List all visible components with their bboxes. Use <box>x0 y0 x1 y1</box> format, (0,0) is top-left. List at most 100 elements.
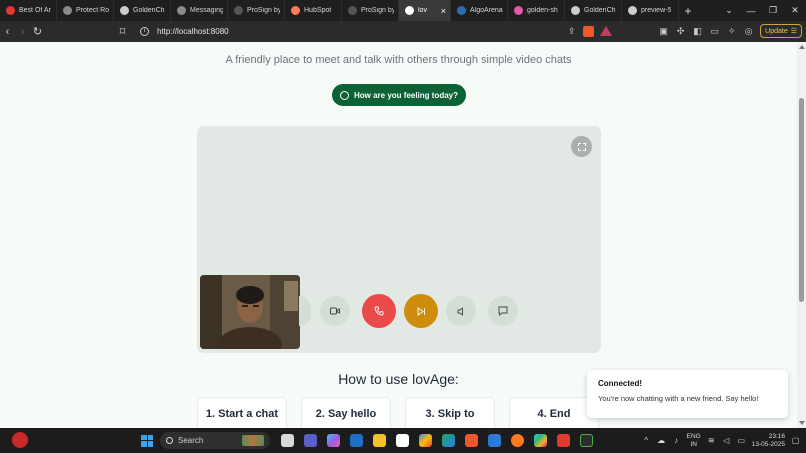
taskbar-search[interactable]: Search <box>160 432 270 449</box>
menu-icon: ☰ <box>790 28 797 35</box>
browser-tab[interactable]: preview-5 <box>622 0 679 21</box>
step-card-4: 4. End <box>509 397 599 428</box>
skip-forward-icon <box>417 306 425 316</box>
terminal-icon[interactable] <box>396 434 409 447</box>
page-scrollbar[interactable] <box>797 42 806 428</box>
browser-tab[interactable]: AlgoArena <box>451 0 508 21</box>
leo-ai-icon[interactable]: ✧ <box>726 26 737 37</box>
close-tab-icon[interactable]: × <box>441 6 446 16</box>
browser-tab[interactable]: Messaging <box>171 0 228 21</box>
fullscreen-button[interactable] <box>571 136 592 157</box>
phone-icon <box>374 306 384 316</box>
skip-button[interactable] <box>404 294 438 328</box>
forward-icon[interactable]: › <box>15 26 30 38</box>
chevron-up-icon[interactable]: ^ <box>642 436 651 445</box>
wallet-icon[interactable]: ▣ <box>658 26 669 37</box>
brave-shields-icon[interactable] <box>583 25 595 37</box>
browser-tab[interactable]: golden-sh <box>508 0 565 21</box>
tab-favicon-icon <box>514 6 523 15</box>
brave-beta-icon[interactable] <box>557 434 570 447</box>
step-card-3: 3. Skip to <box>405 397 495 428</box>
cloud-icon[interactable]: ☁ <box>657 436 666 445</box>
tab-favicon-icon <box>120 6 129 15</box>
vpn-icon[interactable]: ◎ <box>743 26 754 37</box>
clock-date: 13-05-2025 <box>751 440 785 448</box>
clock[interactable]: 23:16 13-05-2025 <box>752 433 785 449</box>
back-icon[interactable]: ‹ <box>0 26 15 38</box>
browser-tab[interactable]: GoldenCh <box>114 0 171 21</box>
language-indicator[interactable]: ENG IN <box>687 433 701 449</box>
tab-list-chevron-icon[interactable]: ⌄ <box>718 5 740 16</box>
minimize-icon[interactable]: — <box>740 6 762 16</box>
reload-icon[interactable]: ↻ <box>30 25 45 38</box>
teams-icon[interactable] <box>304 434 317 447</box>
chat-button[interactable] <box>488 296 518 326</box>
browser-tab[interactable]: ProSign by <box>228 0 285 21</box>
scrollbar-thumb[interactable] <box>799 98 804 302</box>
edge-icon[interactable] <box>442 434 455 447</box>
battery-icon[interactable]: ▭ <box>737 436 746 445</box>
scroll-down-icon[interactable] <box>799 421 805 425</box>
browser-tab[interactable]: ProSign by <box>342 0 399 21</box>
fullscreen-icon <box>577 142 586 151</box>
call-controls <box>299 294 555 328</box>
wifi-icon[interactable]: ≋ <box>707 436 716 445</box>
restore-icon[interactable]: ❐ <box>762 5 784 16</box>
site-info-icon[interactable]: i <box>140 27 149 36</box>
update-label: Update <box>765 27 788 35</box>
tab-favicon-icon <box>234 6 243 15</box>
page-subtitle: A friendly place to meet and talk with o… <box>225 54 572 66</box>
video-camera-icon <box>330 307 340 315</box>
weather-widget-icon[interactable] <box>12 432 28 448</box>
tab-title: HubSpot <box>304 7 332 14</box>
new-tab-button[interactable]: + <box>679 4 697 18</box>
tab-title: ProSign by <box>361 7 394 14</box>
mic-button[interactable] <box>299 296 311 326</box>
smile-icon <box>339 90 349 100</box>
end-call-button[interactable] <box>362 294 396 328</box>
tab-favicon-icon <box>405 6 414 15</box>
browser-tab[interactable]: HubSpot <box>285 0 342 21</box>
brave-rewards-icon[interactable] <box>600 26 613 36</box>
volume-button[interactable] <box>446 296 476 326</box>
volume-icon[interactable]: ◁ <box>722 436 731 445</box>
microphone-icon[interactable]: ♪ <box>672 436 681 445</box>
extensions-icon[interactable]: ✣ <box>675 26 686 37</box>
windows-start-icon[interactable] <box>141 434 153 447</box>
notifications-icon[interactable]: ▢ <box>791 436 800 445</box>
tab-favicon-icon <box>6 6 15 15</box>
camera-button[interactable] <box>320 296 350 326</box>
scroll-up-icon[interactable] <box>799 45 805 49</box>
vscode-icon[interactable] <box>488 434 501 447</box>
browser-tab[interactable]: lov × <box>399 0 451 21</box>
store-icon[interactable] <box>350 434 363 447</box>
wallet-2-icon[interactable]: ▭ <box>709 26 720 37</box>
self-video-preview <box>200 275 300 349</box>
tab-title: GoldenCh <box>133 7 165 14</box>
node-icon[interactable] <box>580 434 593 447</box>
brave-browser-icon[interactable] <box>465 434 478 447</box>
task-view-icon[interactable] <box>281 434 294 447</box>
tab-title: lov <box>418 7 427 14</box>
tab-favicon-icon <box>291 6 300 15</box>
search-placeholder: Search <box>178 436 204 445</box>
bookmark-icon[interactable]: ⌑ <box>115 25 130 38</box>
slack-icon[interactable] <box>534 434 547 447</box>
copilot-icon[interactable] <box>327 434 340 447</box>
url-field[interactable]: i http://localhost:8080 <box>140 27 229 36</box>
browser-tab[interactable]: GoldenCh <box>565 0 622 21</box>
tab-title: GoldenCh <box>584 7 616 14</box>
update-button[interactable]: Update ☰ <box>760 24 802 38</box>
tab-title: AlgoArena <box>470 7 503 14</box>
sidebar-icon[interactable]: ◧ <box>692 26 703 37</box>
tab-title: golden-sh <box>527 7 558 14</box>
browser-tab[interactable]: Protect Ro <box>57 0 114 21</box>
share-icon[interactable]: ⇪ <box>566 26 577 37</box>
postman-icon[interactable] <box>511 434 524 447</box>
mood-button[interactable]: How are you feeling today? <box>332 84 466 106</box>
browser-tab[interactable]: Best Of Ar <box>0 0 57 21</box>
close-window-icon[interactable]: ✕ <box>784 5 806 16</box>
photos-icon[interactable] <box>419 434 432 447</box>
search-highlight-icon <box>242 435 264 446</box>
file-explorer-icon[interactable] <box>373 434 386 447</box>
